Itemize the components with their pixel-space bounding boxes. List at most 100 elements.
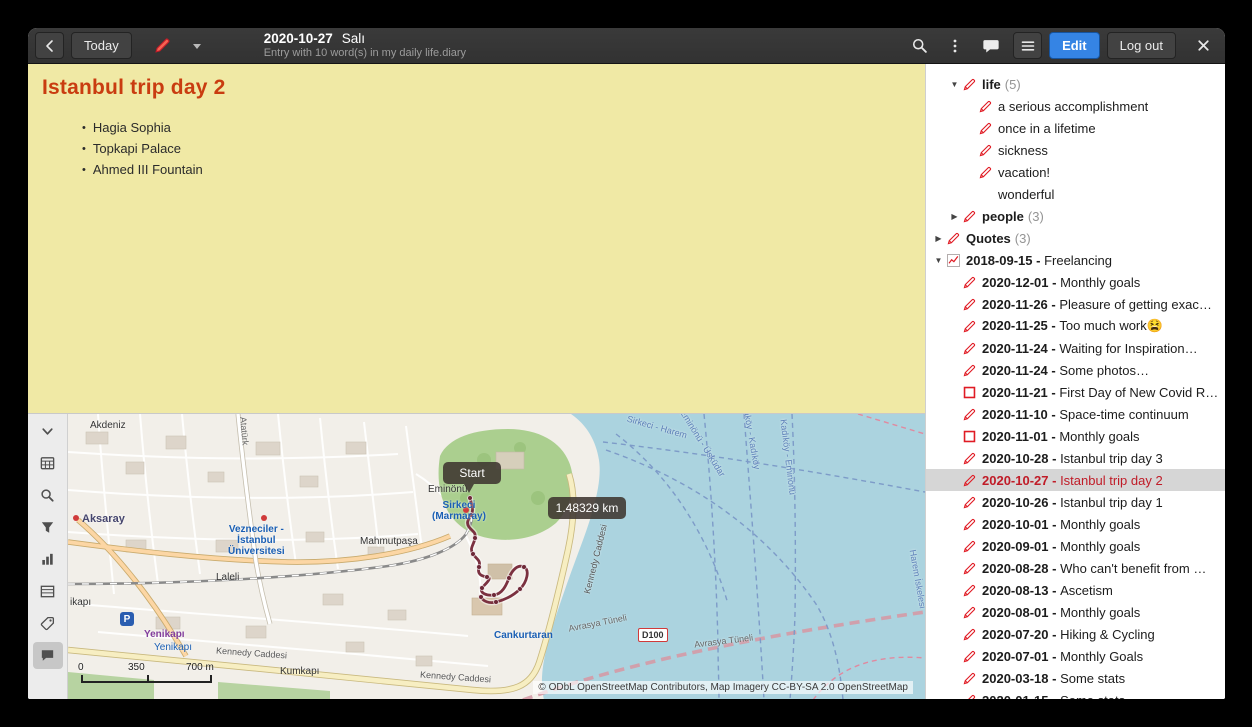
pencil-icon xyxy=(962,473,977,488)
tree-row[interactable]: 2020-11-25 - Too much work😫 xyxy=(926,315,1225,337)
tool-comments-button[interactable] xyxy=(33,642,63,669)
tree-row[interactable]: a serious accomplishment xyxy=(926,95,1225,117)
tree-row-label: 2020-11-25 - Too much work😫 xyxy=(982,318,1163,334)
tree-row-label: 2020-11-10 - Space-time continuum xyxy=(982,407,1189,422)
pencil-icon xyxy=(962,319,977,334)
tree-row[interactable]: wonderful xyxy=(926,183,1225,205)
tree-row-label: people(3) xyxy=(982,209,1044,224)
edit-dropdown-button[interactable] xyxy=(185,32,209,59)
tree-row[interactable]: vacation! xyxy=(926,161,1225,183)
tree-row[interactable]: 2020-03-18 - Some stats xyxy=(926,667,1225,689)
tree-row[interactable]: ▼life(5) xyxy=(926,73,1225,95)
today-button[interactable]: Today xyxy=(71,32,132,59)
tree-row[interactable]: 2020-08-28 - Who can't benefit from … xyxy=(926,557,1225,579)
tree-row[interactable]: 2020-10-26 - Istanbul trip day 1 xyxy=(926,491,1225,513)
pencil-icon xyxy=(962,693,977,700)
tool-table-button[interactable] xyxy=(33,578,63,605)
tree-row[interactable]: ▼ 2018-09-15 - Freelancing xyxy=(926,249,1225,271)
map-view[interactable]: AkdenizAtatürkAksarayVezneciler - İstanb… xyxy=(68,414,925,699)
tree-row-label: sickness xyxy=(998,143,1048,158)
tree-row-label: vacation! xyxy=(998,165,1050,180)
tree-row[interactable]: 2020-08-01 - Monthly goals xyxy=(926,601,1225,623)
square-icon xyxy=(962,385,977,400)
tree-row[interactable]: 2020-11-26 - Pleasure of getting exac… xyxy=(926,293,1225,315)
expander-down-icon[interactable]: ▼ xyxy=(948,80,961,89)
pencil-icon xyxy=(962,495,977,510)
comments-button[interactable] xyxy=(976,32,1006,59)
pencil-icon xyxy=(962,561,977,576)
main-menu-button[interactable] xyxy=(1013,32,1042,59)
tree-row-label: 2020-07-01 - Monthly Goals xyxy=(982,649,1143,664)
pencil-icon xyxy=(978,99,993,114)
tool-stats-button[interactable] xyxy=(33,546,63,573)
collapse-icon xyxy=(39,423,56,440)
map-panel: AkdenizAtatürkAksarayVezneciler - İstanb… xyxy=(28,413,925,699)
tree-row[interactable]: 2020-07-01 - Monthly Goals xyxy=(926,645,1225,667)
tree-row[interactable]: 2020-11-24 - Waiting for Inspiration… xyxy=(926,337,1225,359)
tree-row[interactable]: 2020-10-28 - Istanbul trip day 3 xyxy=(926,447,1225,469)
title-subtitle: Entry with 10 word(s) in my daily life.d… xyxy=(264,47,466,60)
tree-row[interactable]: 2020-01-15 - Some stats xyxy=(926,689,1225,699)
tree-row[interactable]: 2020-07-20 - Hiking & Cycling xyxy=(926,623,1225,645)
entry-text-view[interactable]: Istanbul trip day 2 Hagia SophiaTopkapi … xyxy=(28,64,925,413)
tree-row[interactable]: sickness xyxy=(926,139,1225,161)
tree-row[interactable]: 2020-08-13 - Ascetism xyxy=(926,579,1225,601)
entry-bullet: Topkapi Palace xyxy=(82,139,911,160)
entry-bullet: Hagia Sophia xyxy=(82,118,911,139)
more-options-button[interactable] xyxy=(941,32,969,59)
edit-entry-button[interactable] xyxy=(147,32,178,59)
tree-row[interactable]: 2020-12-01 - Monthly goals xyxy=(926,271,1225,293)
route-distance-bubble: 1.48329 km xyxy=(548,497,626,519)
tree-row[interactable]: once in a lifetime xyxy=(926,117,1225,139)
expander-right-icon[interactable]: ▶ xyxy=(948,212,961,221)
tree-row[interactable]: 2020-10-27 - Istanbul trip day 2 xyxy=(926,469,1225,491)
chart-icon xyxy=(946,253,961,268)
tree-row[interactable]: ▶Quotes(3) xyxy=(926,227,1225,249)
tool-calendar-button[interactable] xyxy=(33,450,63,477)
tree-row-label: 2020-10-01 - Monthly goals xyxy=(982,517,1140,532)
expander-right-icon[interactable]: ▶ xyxy=(932,234,945,243)
search-icon xyxy=(39,487,56,504)
pencil-icon xyxy=(962,605,977,620)
tree-row-label: 2020-12-01 - Monthly goals xyxy=(982,275,1140,290)
tree-row[interactable]: 2020-09-01 - Monthly goals xyxy=(926,535,1225,557)
tool-tag-button[interactable] xyxy=(33,610,63,637)
tool-search-button[interactable] xyxy=(33,482,63,509)
tree-row[interactable]: 2020-11-10 - Space-time continuum xyxy=(926,403,1225,425)
edit-button[interactable]: Edit xyxy=(1049,32,1100,59)
tree-row-label: 2020-09-01 - Monthly goals xyxy=(982,539,1140,554)
logout-button[interactable]: Log out xyxy=(1107,32,1176,59)
hamburger-icon xyxy=(1020,38,1036,54)
pencil-icon xyxy=(978,143,993,158)
tree-row-label: 2020-10-27 - Istanbul trip day 2 xyxy=(982,473,1163,488)
tool-collapse-button[interactable] xyxy=(33,418,63,445)
pencil-icon xyxy=(946,231,961,246)
close-button[interactable] xyxy=(1189,32,1218,59)
pencil-icon xyxy=(962,297,977,312)
tree-row-label: 2018-09-15 - Freelancing xyxy=(966,253,1112,268)
pencil-icon xyxy=(962,517,977,532)
scale-end: 700 m xyxy=(186,662,214,673)
tree-row-label: 2020-10-28 - Istanbul trip day 3 xyxy=(982,451,1163,466)
tree-row-label: 2020-11-24 - Waiting for Inspiration… xyxy=(982,341,1198,356)
tag-icon xyxy=(39,615,56,632)
tool-filter-button[interactable] xyxy=(33,514,63,541)
back-button[interactable] xyxy=(35,32,64,59)
chat-bubble-icon xyxy=(982,37,1000,55)
search-button[interactable] xyxy=(905,32,934,59)
tree-row[interactable]: 2020-11-01 - Monthly goals xyxy=(926,425,1225,447)
expander-down-icon[interactable]: ▼ xyxy=(932,256,945,265)
main-pane: Istanbul trip day 2 Hagia SophiaTopkapi … xyxy=(28,64,925,699)
tree-row[interactable]: 2020-10-01 - Monthly goals xyxy=(926,513,1225,535)
title-day: Salı xyxy=(342,31,365,46)
map-canvas[interactable] xyxy=(68,414,925,699)
map-attribution: © ODbL OpenStreetMap Contributors, Map I… xyxy=(533,681,913,694)
pencil-icon xyxy=(962,627,977,642)
tree-row[interactable]: 2020-11-21 - First Day of New Covid R… xyxy=(926,381,1225,403)
tree-row-label: 2020-11-01 - Monthly goals xyxy=(982,429,1140,444)
tree-row-label: 2020-11-21 - First Day of New Covid R… xyxy=(982,385,1218,400)
tree-row[interactable]: 2020-11-24 - Some photos… xyxy=(926,359,1225,381)
road-badge: D100 xyxy=(638,628,668,642)
none-icon xyxy=(978,187,993,202)
tree-row[interactable]: ▶ people(3) xyxy=(926,205,1225,227)
